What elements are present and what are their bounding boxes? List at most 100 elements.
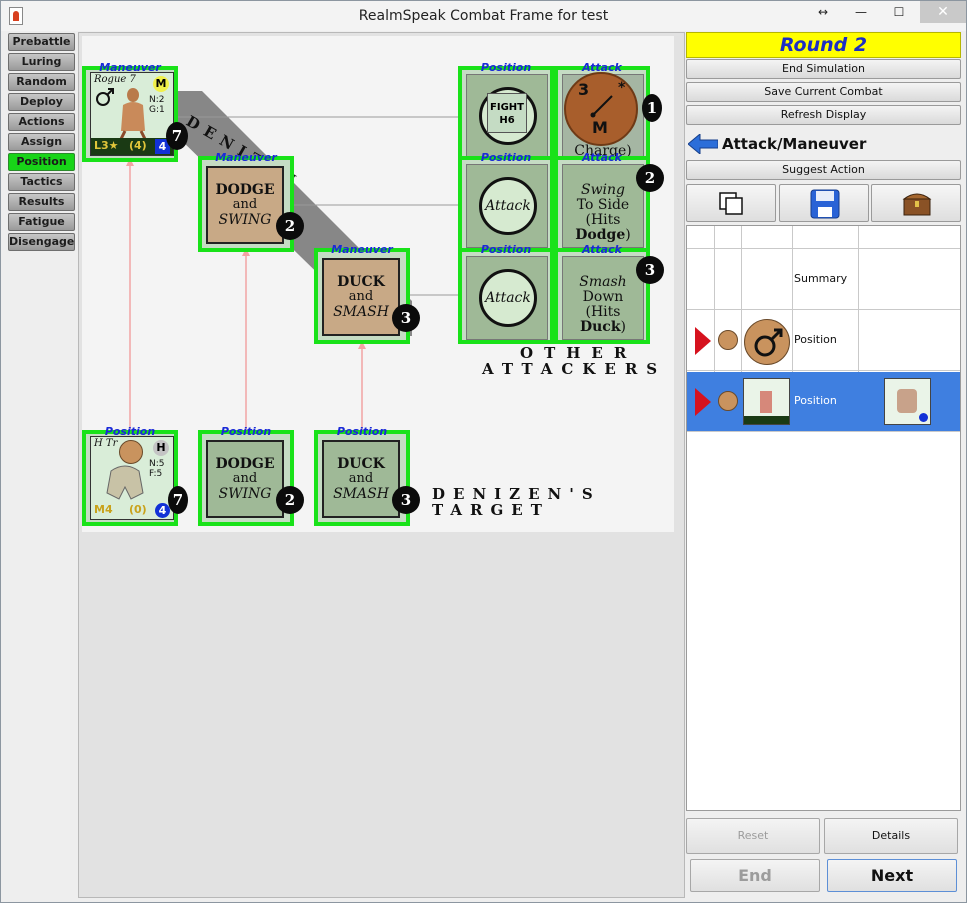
slot-label: Position xyxy=(480,61,532,74)
nav-fatigue[interactable]: Fatigue xyxy=(8,213,75,231)
nav-tactics[interactable]: Tactics xyxy=(8,173,75,191)
save-button[interactable] xyxy=(779,184,869,222)
maneuver-line1: DODGE xyxy=(215,182,275,198)
denizen-maneuver-slot-2[interactable]: Maneuver DODGE and SWING 2 xyxy=(198,151,304,252)
duck-smash-card[interactable]: DUCK and SMASH xyxy=(322,258,400,336)
round-banner: Round 2 xyxy=(686,32,961,58)
maneuver-line2: and xyxy=(348,289,374,304)
swing-attack-card[interactable]: Swing To Side (Hits Dodge) xyxy=(562,164,644,248)
action-title: Attack/Maneuver xyxy=(722,135,867,153)
slot-label: Attack xyxy=(582,243,622,256)
nav-position[interactable]: Position xyxy=(8,153,75,171)
action-heading: Attack/Maneuver xyxy=(686,132,961,156)
row-label: Position xyxy=(794,333,837,346)
target-position-slot-3[interactable]: Position DUCK and SMASH 3 xyxy=(314,425,420,526)
suggest-action-button[interactable]: Suggest Action xyxy=(686,160,961,180)
troll-card[interactable]: H Tr H N:5 F:5 M4 (0) 4 xyxy=(90,436,174,520)
refresh-display-button[interactable]: Refresh Display xyxy=(686,105,961,125)
maneuver-line3: SMASH xyxy=(333,486,389,502)
attacker-position-slot-2[interactable]: Position Attack xyxy=(458,151,554,252)
card-name: Rogue 7 xyxy=(94,74,136,85)
nav-deploy[interactable]: Deploy xyxy=(8,93,75,111)
rogue-figure-icon xyxy=(119,88,147,139)
attack-circle: Attack xyxy=(479,177,537,235)
reset-button[interactable]: Reset xyxy=(686,818,820,854)
dodge-swing-card[interactable]: DODGE and SWING xyxy=(206,440,284,518)
attack-text: Swing To Side (Hits Dodge) xyxy=(563,183,643,243)
attack-line2: To Side xyxy=(576,197,630,213)
rogue-mini-card xyxy=(743,378,790,425)
male-token-icon xyxy=(718,391,738,411)
speed-marker: 7 xyxy=(166,122,188,150)
badge-h: H xyxy=(153,440,169,456)
action-table: Summary Position Position xyxy=(686,225,961,811)
male-token-icon xyxy=(718,330,738,350)
close-button[interactable]: ✕ xyxy=(920,1,966,23)
minimize-button[interactable]: — xyxy=(846,1,876,23)
mini-card-footer xyxy=(744,416,789,424)
table-row[interactable]: Position xyxy=(687,311,960,371)
dodge-swing-card[interactable]: DODGE and SWING xyxy=(206,166,284,244)
speed-marker: 3 xyxy=(636,256,664,284)
card-fame: (4) xyxy=(129,139,147,152)
nav-prebattle[interactable]: Prebattle xyxy=(8,33,75,51)
attacker-position-slot-3[interactable]: Position Attack xyxy=(458,243,554,344)
maneuver-line3: SMASH xyxy=(333,304,389,320)
table-row-selected[interactable]: Position xyxy=(687,372,960,432)
phase-nav: Prebattle Luring Random Deploy Actions A… xyxy=(8,33,76,253)
combat-sheet: DENIZEN Maneuver Rogue 7 M N:2 G:1 L3★ (4… xyxy=(82,36,674,532)
end-button[interactable]: End xyxy=(690,859,820,892)
fight-value: H6 xyxy=(499,115,515,126)
nav-results[interactable]: Results xyxy=(8,193,75,211)
maneuver-line2: and xyxy=(348,471,374,486)
restore-size-icon[interactable]: ↔ xyxy=(808,1,838,23)
next-button[interactable]: Next xyxy=(827,859,957,892)
treasure-button[interactable] xyxy=(871,184,961,222)
attacker-attack-slot-3[interactable]: Attack Smash Down (Hits Duck) 3 xyxy=(554,243,664,344)
fight-label: FIGHT xyxy=(490,102,524,113)
rogue-card[interactable]: Rogue 7 M N:2 G:1 L3★ (4) 4 xyxy=(90,72,174,156)
row-label: Summary xyxy=(794,272,848,285)
fight-card[interactable]: FIGHT H6 xyxy=(466,74,548,158)
slot-label: Position xyxy=(480,243,532,256)
attack-hits-post: ) xyxy=(620,319,626,335)
slot-label: Position xyxy=(220,425,272,438)
details-button[interactable]: Details xyxy=(824,818,958,854)
denizen-maneuver-slot-3[interactable]: Maneuver DUCK and SMASH 3 xyxy=(314,243,420,344)
target-position-slot-2[interactable]: Position DODGE and SWING 2 xyxy=(198,425,304,526)
nav-luring[interactable]: Luring xyxy=(8,53,75,71)
attack-position-card[interactable]: Attack xyxy=(466,256,548,340)
duck-smash-card[interactable]: DUCK and SMASH xyxy=(322,440,400,518)
attack-hits-pre: (Hits xyxy=(585,304,621,320)
combat-window: RealmSpeak Combat Frame for test ↔ — ☐ ✕… xyxy=(0,0,967,903)
nav-random[interactable]: Random xyxy=(8,73,75,91)
nav-assign[interactable]: Assign xyxy=(8,133,75,151)
maximize-button[interactable]: ☐ xyxy=(884,1,914,23)
maneuver-line2: and xyxy=(232,197,258,212)
speed-marker: 2 xyxy=(276,212,304,240)
attack-text: Smash Down (Hits Duck) xyxy=(563,275,643,335)
nav-disengage[interactable]: Disengage xyxy=(8,233,75,251)
nav-actions[interactable]: Actions xyxy=(8,113,75,131)
card-footer: M4 (0) 4 xyxy=(91,502,173,519)
weapon-token: 3 * M xyxy=(564,72,638,146)
table-row[interactable]: Summary xyxy=(687,250,960,310)
copy-button[interactable] xyxy=(686,184,776,222)
denizen-maneuver-slot-1[interactable]: Maneuver Rogue 7 M N:2 G:1 L3★ (4) 4 7 xyxy=(82,61,188,162)
end-simulation-button[interactable]: End Simulation xyxy=(686,59,961,79)
fight-chit: FIGHT H6 xyxy=(487,93,527,133)
stat-n: N:5 xyxy=(149,459,165,469)
target-position-slot-1[interactable]: Position H Tr H N:5 F:5 M4 (0) 4 7 xyxy=(82,425,188,526)
red-arrow-icon xyxy=(695,327,711,355)
attacker-attack-slot-1[interactable]: Attack (Hits Charge) 3 * M 1 xyxy=(554,61,662,162)
card-fame: (0) xyxy=(129,503,147,516)
attack-position-card[interactable]: Attack xyxy=(466,164,548,248)
male-glyph-icon xyxy=(754,328,783,357)
male-symbol-icon xyxy=(96,88,114,106)
smash-attack-card[interactable]: Smash Down (Hits Duck) xyxy=(562,256,644,340)
save-combat-button[interactable]: Save Current Combat xyxy=(686,82,961,102)
attacker-attack-slot-2[interactable]: Attack Swing To Side (Hits Dodge) 2 xyxy=(554,151,664,252)
attacker-position-slot-1[interactable]: Position FIGHT H6 xyxy=(458,61,554,162)
mini-number xyxy=(919,413,928,422)
speed-marker: 2 xyxy=(636,164,664,192)
